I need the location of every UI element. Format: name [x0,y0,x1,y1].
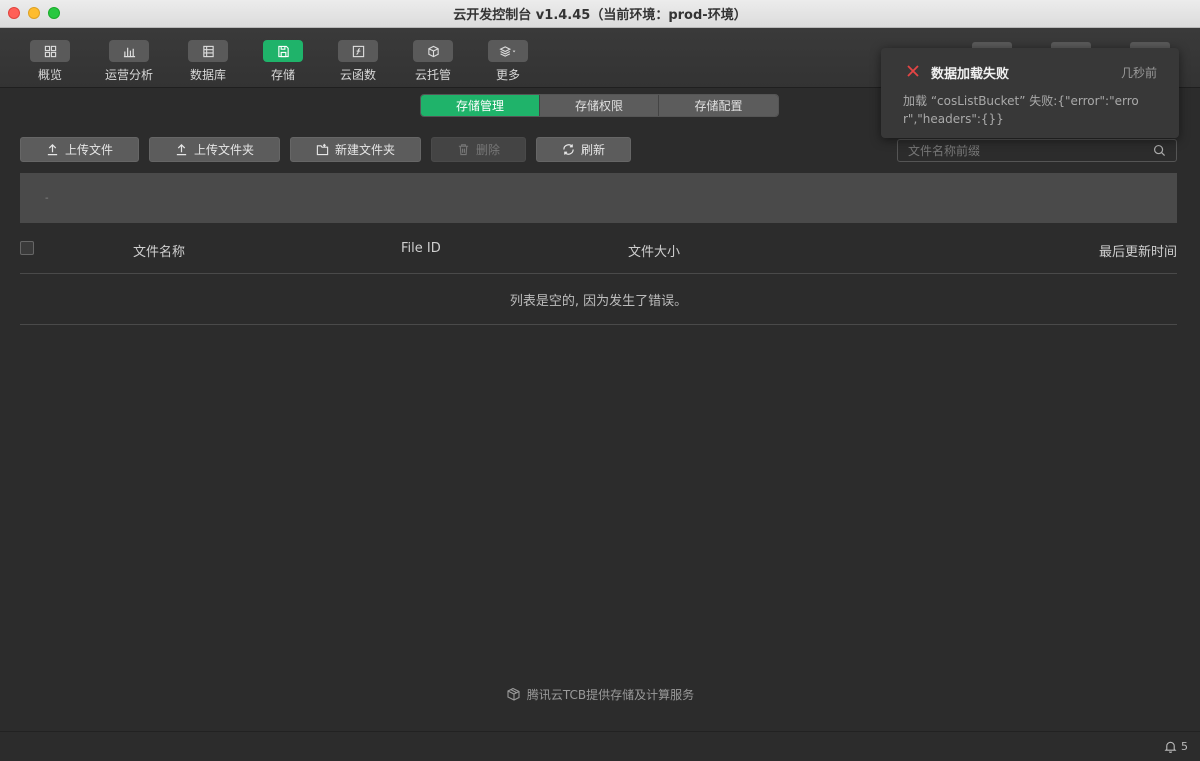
tab-storage-permissions[interactable]: 存储权限 [540,95,659,116]
tcb-logo-icon [507,687,520,701]
window-controls [8,7,60,19]
path-breadcrumb: - [20,173,1177,223]
path-text: - [45,193,49,204]
toolbar-item-label: 更多 [495,68,520,82]
table-empty-message: 列表是空的, 因为发生了错误。 [20,274,1177,325]
storage-icon [263,40,303,62]
column-header-name[interactable]: 文件名称 [133,241,185,260]
tab-storage-management[interactable]: 存储管理 [421,95,540,116]
search-icon[interactable] [1153,144,1166,157]
toolbar-item-label: 概览 [37,68,62,82]
delete-button[interactable]: 删除 [431,137,526,162]
upload-folder-button[interactable]: 上传文件夹 [149,137,280,162]
select-all-checkbox[interactable] [20,241,34,255]
minimize-window-button[interactable] [28,7,40,19]
footer-text: 腾讯云TCB提供存储及计算服务 [526,688,695,702]
new-folder-button[interactable]: 新建文件夹 [290,137,421,162]
toast-message: 加载 “cosListBucket” 失败:{"error":"error","… [903,94,1139,126]
upload-folder-label: 上传文件夹 [193,143,254,157]
toolbar-item-overview[interactable]: 概览 [20,40,80,83]
table-header: 文件名称 File ID 文件大小 最后更新时间 [20,232,1177,274]
toolbar-item-functions[interactable]: 云函数 [328,40,388,83]
tab-storage-config[interactable]: 存储配置 [659,95,778,116]
upload-icon [47,144,58,156]
toolbar-item-analytics[interactable]: 运营分析 [99,40,159,83]
layers-icon [488,40,528,62]
maximize-window-button[interactable] [48,7,60,19]
storage-tabs: 存储管理 存储权限 存储配置 [420,94,779,117]
toolbar-item-database[interactable]: 数据库 [178,40,238,83]
status-bar: 5 [0,731,1200,761]
delete-label: 删除 [475,143,500,157]
upload-file-label: 上传文件 [64,143,113,157]
close-window-button[interactable] [8,7,20,19]
toolbar-item-storage[interactable]: 存储 [253,40,313,83]
upload-file-button[interactable]: 上传文件 [20,137,139,162]
toolbar-item-label: 运营分析 [104,68,153,82]
notification-count: 5 [1181,740,1188,753]
toolbar-item-label: 云函数 [339,68,376,82]
toolbar-item-label: 数据库 [189,68,226,82]
column-header-file-id[interactable]: File ID [401,241,441,256]
toast-title: 数据加载失败 [931,67,1010,82]
search-input[interactable] [908,143,1153,158]
error-toast: 数据加载失败 几秒前 加载 “cosListBucket” 失败:{"error… [881,48,1179,138]
column-header-updated[interactable]: 最后更新时间 [1099,241,1177,260]
toast-time: 几秒前 [1120,66,1157,80]
new-folder-label: 新建文件夹 [334,143,395,157]
refresh-label: 刷新 [580,143,605,157]
footer: 腾讯云TCB提供存储及计算服务 [0,686,1200,703]
refresh-button[interactable]: 刷新 [536,137,631,162]
toolbar-item-label: 云托管 [414,68,451,82]
toolbar-item-cloud-hosting[interactable]: 云托管 [403,40,463,83]
refresh-icon [563,144,574,155]
toolbar-item-more[interactable]: 更多 [478,40,538,83]
function-icon [338,40,378,62]
upload-icon [176,144,187,156]
database-icon [188,40,228,62]
grid-icon [30,40,70,62]
new-folder-icon [316,143,329,156]
cube-icon [413,40,453,62]
bar-chart-icon [109,40,149,62]
trash-icon [458,144,469,156]
toolbar-item-label: 存储 [270,68,295,82]
search-box [897,139,1177,162]
error-close-icon[interactable] [906,64,920,78]
column-header-size[interactable]: 文件大小 [628,241,680,260]
window-title: 云开发控制台 v1.4.45（当前环境：prod-环境） [453,8,747,23]
window-titlebar: 云开发控制台 v1.4.45（当前环境：prod-环境） [0,0,1200,28]
bell-icon[interactable] [1164,740,1177,753]
